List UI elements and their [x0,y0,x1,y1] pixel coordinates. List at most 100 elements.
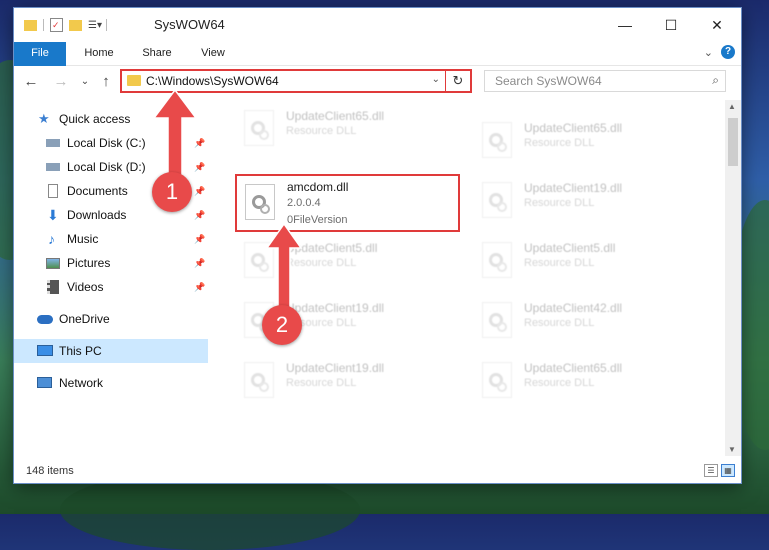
file-item[interactable]: UpdateClient65.dll Resource DLL [236,104,461,152]
address-path[interactable]: C:\Windows\SysWOW64 [146,74,279,88]
star-icon: ★ [38,111,50,126]
pin-icon[interactable]: 📌 [194,203,205,227]
documents-icon [48,184,58,198]
minimize-button[interactable]: — [602,8,648,42]
drive-icon [46,163,60,171]
tab-view[interactable]: View [190,42,236,65]
back-button[interactable]: ← [22,72,40,92]
dll-file-icon [245,184,275,220]
status-bar: 148 items ☰ ▦ [14,460,741,482]
file-type: Resource DLL [524,197,595,209]
pin-icon[interactable]: 📌 [194,227,205,251]
explorer-window: ✓ ☰▾ SysWOW64 — ☐ ✕ File Home Share View… [14,8,741,483]
refresh-button[interactable]: ↻ [445,69,470,93]
dll-file-icon [244,362,274,398]
recent-locations-button[interactable]: ⌄ [76,72,94,92]
sidebar-item-label: OneDrive [59,312,110,326]
file-item[interactable]: UpdateClient65.dll Resource DLL [474,116,699,164]
file-item[interactable]: UpdateClient42.dll Resource DLL [474,296,699,344]
dll-file-icon [482,302,512,338]
dll-file-icon [482,242,512,278]
search-placeholder: Search SysWOW64 [495,74,602,88]
tab-share[interactable]: Share [132,42,182,65]
sidebar-item-label: Network [59,376,104,390]
sidebar-item-label: Videos [67,280,104,294]
sidebar-item-pictures[interactable]: Pictures 📌 [14,251,208,275]
dll-file-icon [244,110,274,146]
ribbon-tabs: File Home Share View ⌄ ? [14,42,741,90]
folder-icon[interactable] [24,19,37,31]
dll-file-icon [482,122,512,158]
pin-icon[interactable]: 📌 [194,275,205,299]
separator [105,19,107,31]
navigation-bar: ← → ⌄ ↑ C:\Windows\SysWOW64 ⌄ ↻ Search S… [14,66,741,98]
sidebar-item-label: Downloads [67,208,127,222]
search-input[interactable]: Search SysWOW64 ⌕ [484,70,726,92]
file-type: Resource DLL [524,377,595,389]
scroll-down-icon[interactable]: ▼ [728,445,736,454]
music-icon: ♪ [48,231,55,247]
file-type: Resource DLL [286,125,357,137]
sidebar-item-videos[interactable]: Videos 📌 [14,275,208,299]
customize-quick-access-icon[interactable]: ☰▾ [88,20,102,31]
help-icon[interactable]: ? [721,45,735,59]
sidebar-item-label: Local Disk (C:) [67,136,146,150]
title-bar: ✓ ☰▾ SysWOW64 — ☐ ✕ [14,8,741,42]
file-item[interactable]: UpdateClient19.dll Resource DLL [474,176,699,224]
sidebar-item-label: Pictures [67,256,111,270]
tiles-view-icon[interactable]: ▦ [721,464,735,477]
file-name: UpdateClient5.dll [524,241,616,255]
file-name: amcdom.dll [287,180,349,194]
close-button[interactable]: ✕ [694,8,740,42]
file-name: UpdateClient65.dll [286,109,385,123]
sidebar-item-label: Documents [67,184,128,198]
file-name: UpdateClient65.dll [524,121,623,135]
up-button[interactable]: ↑ [97,72,115,92]
sidebar-item-music[interactable]: ♪ Music 📌 [14,227,208,251]
new-folder-icon[interactable] [69,19,82,31]
scroll-up-icon[interactable]: ▲ [728,102,736,111]
downloads-icon: ⬇ [47,207,59,223]
vertical-scrollbar[interactable]: ▲ ▼ [725,100,741,456]
pin-icon[interactable]: 📌 [194,251,205,275]
pc-icon [37,345,53,356]
properties-icon[interactable]: ✓ [50,18,63,32]
file-item[interactable]: UpdateClient19.dll Resource DLL [236,356,461,404]
file-name: UpdateClient65.dll [524,361,623,375]
file-type: Resource DLL [286,377,357,389]
videos-icon [47,280,59,294]
dll-file-icon [482,182,512,218]
maximize-button[interactable]: ☐ [648,8,694,42]
dll-file-icon [482,362,512,398]
annotation-badge-1: 1 [152,172,192,212]
sidebar-item-label: Music [67,232,99,246]
sidebar-item-network[interactable]: Network [14,371,208,395]
file-type: Resource DLL [524,317,595,329]
file-name: UpdateClient42.dll [524,301,623,315]
quick-access-toolbar: ✓ ☰▾ [24,17,107,33]
annotation-badge-2: 2 [262,305,302,345]
window-title: SysWOW64 [154,17,225,32]
forward-button[interactable]: → [52,72,70,92]
details-view-icon[interactable]: ☰ [704,464,718,477]
sidebar-item-onedrive[interactable]: OneDrive [14,307,208,331]
sidebar-item-label: Local Disk (D:) [67,160,146,174]
sidebar-item-label: This PC [59,344,102,358]
file-item[interactable]: UpdateClient65.dll Resource DLL [474,356,699,404]
sidebar-item-this-pc[interactable]: This PC [14,339,208,363]
file-type: Resource DLL [524,257,595,269]
tab-home[interactable]: Home [72,42,126,65]
file-name: UpdateClient19.dll [524,181,623,195]
file-item[interactable]: UpdateClient5.dll Resource DLL [474,236,699,284]
scrollbar-thumb[interactable] [728,118,738,166]
folder-icon [127,75,141,86]
pictures-icon [46,258,60,269]
search-icon: ⌕ [712,73,719,87]
separator [43,19,44,31]
file-type: Resource DLL [524,137,595,149]
file-name: UpdateClient19.dll [286,361,385,375]
file-version: 2.0.0.4 [287,197,321,209]
address-dropdown-icon[interactable]: ⌄ [432,74,440,85]
expand-ribbon-icon[interactable]: ⌄ [704,46,713,59]
network-icon [37,377,52,388]
